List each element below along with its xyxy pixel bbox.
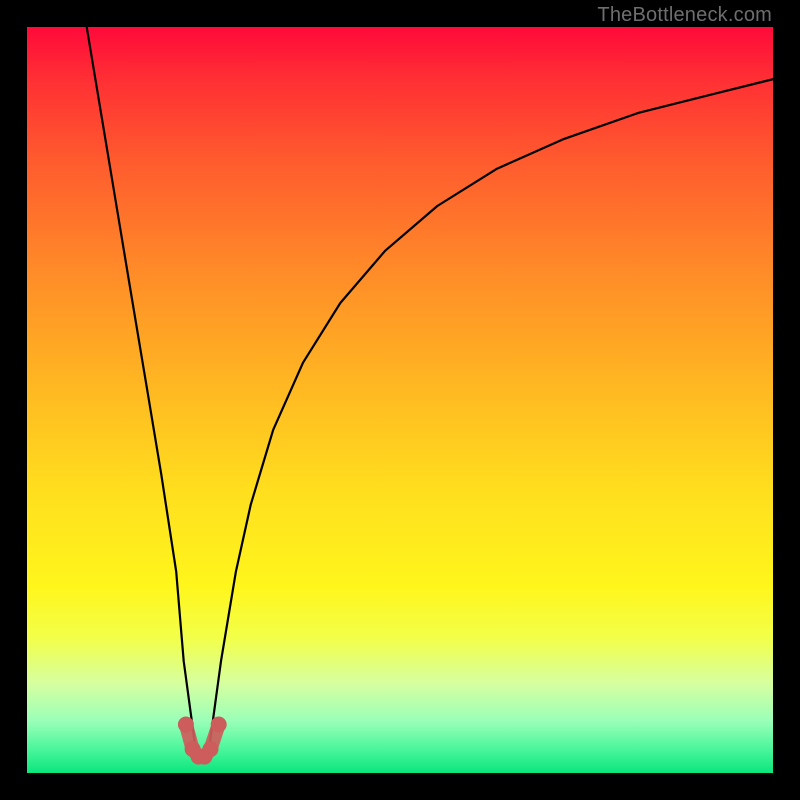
watermark-text: TheBottleneck.com	[597, 4, 772, 27]
chart-frame: TheBottleneck.com	[0, 0, 800, 800]
plot-area	[27, 27, 773, 773]
bottleneck-curve	[87, 27, 773, 758]
curve-layer	[27, 27, 773, 773]
valley-marker	[178, 717, 227, 765]
